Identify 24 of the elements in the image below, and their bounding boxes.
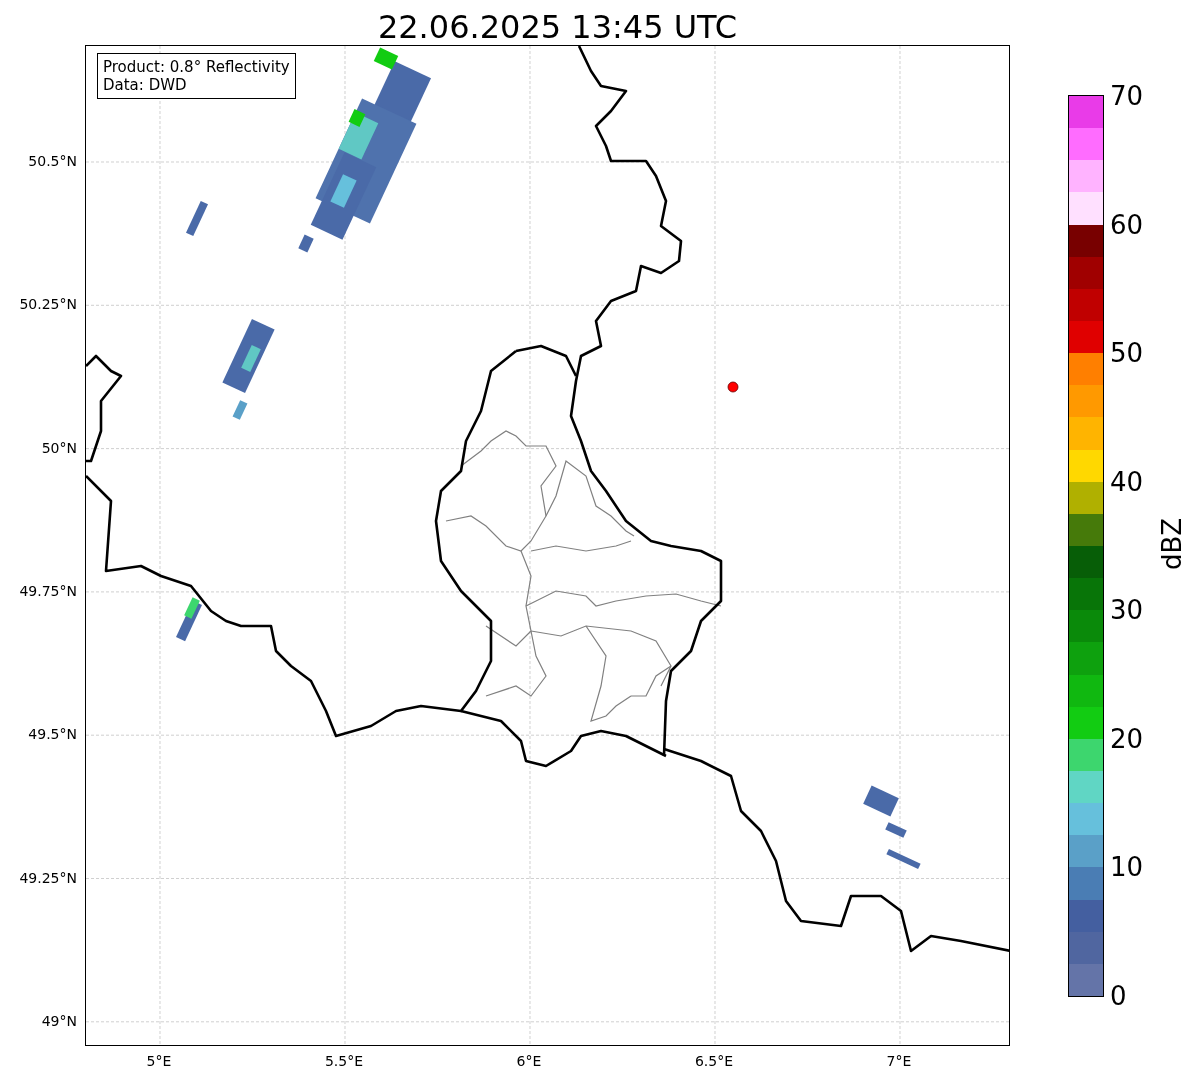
longitude-tick-label: 6°E xyxy=(516,1053,542,1069)
colorbar-label: dBZ xyxy=(1158,517,1187,571)
latitude-tick-label: 50.25°N xyxy=(19,296,77,313)
longitude-tick-label: 6.5°E xyxy=(694,1053,734,1069)
colorbar-tick-label: 0 xyxy=(1110,982,1127,1010)
latitude-tick-label: 50°N xyxy=(41,439,77,456)
chart-title: 22.06.2025 13:45 UTC xyxy=(377,9,738,45)
latitude-tick-label: 49.75°N xyxy=(19,582,77,599)
longitude-tick-label: 5°E xyxy=(146,1053,172,1069)
legend-text: Data: DWD xyxy=(103,76,188,94)
colorbar-tick-label: 10 xyxy=(1110,853,1144,882)
latitude-tick-label: 49.5°N xyxy=(28,726,77,743)
colorbar-tick-label: 70 xyxy=(1110,82,1144,110)
latitude-tick-label: 49°N xyxy=(41,1012,77,1029)
colorbar-tick-label: 60 xyxy=(1110,210,1144,239)
longitude-tick-label: 7°E xyxy=(886,1053,912,1069)
latitude-tick-label: 49.25°N xyxy=(19,869,77,886)
colorbar-tick-label: 20 xyxy=(1110,724,1144,753)
legend-text: Product: 0.8° Reflectivity xyxy=(103,58,290,76)
colorbar-tick-label: 30 xyxy=(1110,596,1144,625)
colorbar-tick-label: 50 xyxy=(1110,339,1144,368)
latitude-tick-label: 50.5°N xyxy=(28,153,77,169)
colorbar-tick-label: 40 xyxy=(1110,467,1144,496)
longitude-tick-label: 5.5°E xyxy=(324,1053,364,1069)
